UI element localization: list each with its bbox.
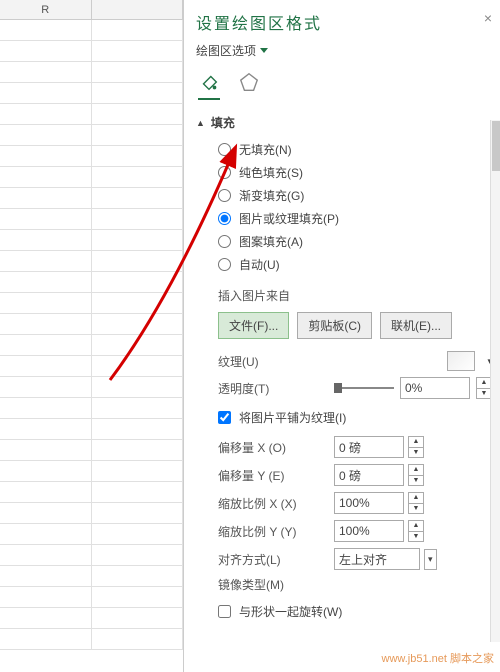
- radio-no-fill[interactable]: 无填充(N): [218, 141, 492, 158]
- tile-checkbox[interactable]: 将图片平铺为纹理(I): [218, 409, 492, 426]
- fill-tab-icon[interactable]: [198, 71, 220, 100]
- radio-auto-fill[interactable]: 自动(U): [218, 256, 492, 273]
- radio-pattern-fill[interactable]: 图案填充(A): [218, 233, 492, 250]
- insert-picture-label: 插入图片来自: [218, 287, 492, 304]
- alignment-select[interactable]: [334, 548, 420, 570]
- texture-label: 纹理(U): [218, 353, 328, 370]
- texture-picker[interactable]: [447, 351, 475, 371]
- close-button[interactable]: ×: [484, 10, 492, 26]
- fill-section-header[interactable]: ▲ 填充: [196, 114, 492, 131]
- offset-x-input[interactable]: [334, 436, 404, 458]
- insert-from-file-button[interactable]: 文件(F)...: [218, 312, 289, 339]
- collapse-icon: ▲: [196, 118, 205, 128]
- insert-online-button[interactable]: 联机(E)...: [380, 312, 452, 339]
- offset-y-spinner[interactable]: ▲▼: [408, 464, 424, 486]
- radio-solid-fill[interactable]: 纯色填充(S): [218, 164, 492, 181]
- column-header-blank[interactable]: [92, 0, 184, 19]
- transparency-slider[interactable]: [334, 383, 394, 393]
- watermark: www.jb51.net 脚本之家: [382, 650, 494, 666]
- pane-scrollbar[interactable]: [490, 120, 500, 642]
- offset-y-input[interactable]: [334, 464, 404, 486]
- mirror-label: 镜像类型(M): [218, 576, 328, 593]
- pane-title: 设置绘图区格式: [196, 10, 492, 34]
- transparency-label: 透明度(T): [218, 380, 328, 397]
- scale-y-spinner[interactable]: ▲▼: [408, 520, 424, 542]
- radio-picture-fill[interactable]: 图片或纹理填充(P): [218, 210, 492, 227]
- offset-x-spinner[interactable]: ▲▼: [408, 436, 424, 458]
- format-plot-area-pane: × 设置绘图区格式 绘图区选项 ▲ 填充 无填充(N) 纯色填充(S) 渐变填充…: [184, 0, 500, 672]
- spreadsheet-grid[interactable]: R: [0, 0, 184, 672]
- scale-x-spinner[interactable]: ▲▼: [408, 492, 424, 514]
- radio-gradient-fill[interactable]: 渐变填充(G): [218, 187, 492, 204]
- scale-x-input[interactable]: [334, 492, 404, 514]
- scale-y-label: 缩放比例 Y (Y): [218, 523, 328, 540]
- offset-x-label: 偏移量 X (O): [218, 439, 328, 456]
- scale-y-input[interactable]: [334, 520, 404, 542]
- alignment-label: 对齐方式(L): [218, 551, 328, 568]
- chevron-down-icon: [260, 48, 268, 54]
- transparency-input[interactable]: [400, 377, 470, 399]
- insert-from-clipboard-button[interactable]: 剪贴板(C): [297, 312, 372, 339]
- effects-tab-icon[interactable]: [238, 71, 260, 100]
- rotate-with-shape-checkbox[interactable]: 与形状一起旋转(W): [218, 603, 492, 620]
- plot-area-options-dropdown[interactable]: 绘图区选项: [196, 42, 492, 59]
- column-header-r[interactable]: R: [0, 0, 92, 19]
- offset-y-label: 偏移量 Y (E): [218, 467, 328, 484]
- scale-x-label: 缩放比例 X (X): [218, 495, 328, 512]
